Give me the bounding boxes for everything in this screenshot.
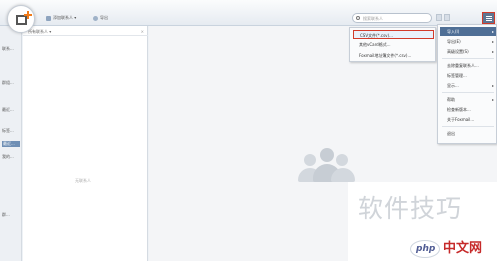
php-cn-logo: php 中文网 xyxy=(410,237,497,261)
search-icon xyxy=(356,16,360,20)
menu-separator xyxy=(442,92,494,93)
menu-item-label: 导入(I) xyxy=(447,29,460,34)
menu-separator xyxy=(442,58,494,59)
menu-item-csv[interactable]: CSV文件(*.csv)... xyxy=(353,30,434,39)
menu-icon xyxy=(486,16,492,17)
export-icon xyxy=(93,15,98,21)
contacts-placeholder-icon xyxy=(296,146,356,186)
sidebar-item-active[interactable]: 最近... xyxy=(2,141,20,147)
submenu-arrow-icon: ▸ xyxy=(491,29,494,34)
sidebar-item[interactable]: 最近... xyxy=(2,107,20,113)
plus-icon xyxy=(24,11,32,19)
menu-item-export[interactable]: 导出(E) ▸ xyxy=(440,37,496,46)
watermark-text: 软件技巧 xyxy=(358,194,463,223)
menu-item-check-update[interactable]: 检查新版本... xyxy=(440,105,496,114)
contact-list-header[interactable]: 所有联系人 ▾ × xyxy=(23,28,148,36)
new-contact-logo-button[interactable] xyxy=(7,5,35,33)
submenu-arrow-icon: ▸ xyxy=(491,97,494,102)
sidebar-item[interactable]: 标签... xyxy=(2,128,20,134)
php-site-name: 中文网 xyxy=(443,241,483,256)
search-placeholder: 搜索联系人 xyxy=(363,16,383,21)
add-contact-icon xyxy=(46,15,51,21)
main-menu-button[interactable] xyxy=(482,12,495,24)
menu-separator xyxy=(442,126,494,127)
toolbar-mini-button[interactable] xyxy=(436,14,442,21)
menu-item-label: 显示... xyxy=(447,83,459,88)
contact-list-panel: 所有联系人 ▾ × 无联系人 xyxy=(23,26,148,261)
sidebar-item[interactable]: 我的... xyxy=(2,154,20,160)
submenu-arrow-icon: ▸ xyxy=(491,83,494,88)
menu-item-vcard[interactable]: 其他vCard格式... xyxy=(353,40,434,49)
menu-item-import[interactable]: 导入(I) ▸ xyxy=(440,27,496,36)
menu-item-foxmail-csv[interactable]: Foxmail地址簿文件(*.csv)... xyxy=(353,51,434,60)
menu-item-tags[interactable]: 标签管理... xyxy=(440,71,496,80)
menu-item-display[interactable]: 显示... ▸ xyxy=(440,81,496,90)
toolbar: 添加联系人 ▾ 导出 搜索联系人 xyxy=(0,0,497,26)
sidebar: 联系... 群组... 最近... 标签... 最近... 我的... 群... xyxy=(0,26,22,261)
menu-item-dedupe[interactable]: 去除重复联系人... xyxy=(440,61,496,70)
menu-item-advanced[interactable]: 高级设置(S) ▸ xyxy=(440,47,496,56)
sidebar-item[interactable]: 群... xyxy=(2,212,20,218)
submenu-arrow-icon: ▸ xyxy=(491,39,494,44)
sidebar-item[interactable]: 群组... xyxy=(2,80,20,86)
import-format-menu: CSV文件(*.csv)... 其他vCard格式... Foxmail地址簿文… xyxy=(349,27,436,62)
php-logo-badge: php xyxy=(410,240,440,258)
menu-item-help[interactable]: 帮助 ▸ xyxy=(440,95,496,104)
add-contact-button[interactable]: 添加联系人 ▾ xyxy=(46,14,76,22)
export-label: 导出 xyxy=(100,15,108,20)
menu-item-exit[interactable]: 退出 xyxy=(440,129,496,138)
toolbar-mini-button[interactable] xyxy=(444,14,450,21)
main-dropdown-menu: 导入(I) ▸ 导出(E) ▸ 高级设置(S) ▸ 去除重复联系人... 标签管理..… xyxy=(437,24,497,144)
submenu-arrow-icon: ▸ xyxy=(491,49,494,54)
sidebar-item[interactable]: 联系... xyxy=(2,46,20,52)
menu-item-about[interactable]: 关于Foxmail... xyxy=(440,115,496,124)
export-button[interactable]: 导出 xyxy=(93,14,108,22)
php-logo-text: php xyxy=(416,244,436,254)
empty-list-text: 无联系人 xyxy=(75,178,91,183)
add-contact-label: 添加联系人 ▾ xyxy=(53,15,77,20)
menu-item-label: 帮助 xyxy=(447,97,455,102)
contact-list-filter[interactable]: 所有联系人 ▾ xyxy=(28,29,51,34)
search-input[interactable]: 搜索联系人 xyxy=(352,13,432,23)
menu-item-label: 导出(E) xyxy=(447,39,461,44)
app-window: 添加联系人 ▾ 导出 搜索联系人 联系... 群组... 最近... 标签...… xyxy=(0,0,497,261)
close-icon[interactable]: × xyxy=(141,28,144,35)
menu-item-label: 高级设置(S) xyxy=(447,49,469,54)
